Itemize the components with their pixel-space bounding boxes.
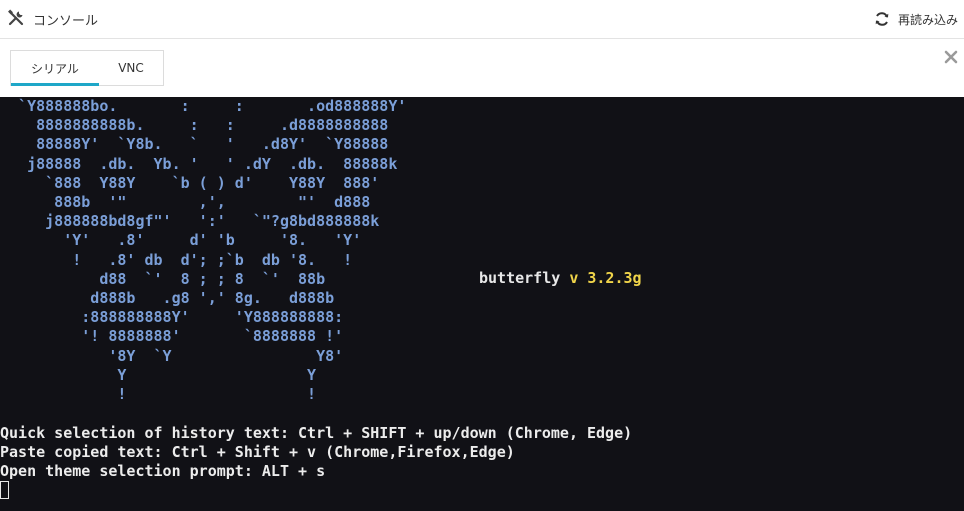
terminal-cursor [0,481,9,499]
art-line: 8888888888b. : : .d8888888888 [0,116,389,135]
console-tabs: シリアル VNC [10,50,164,86]
tab-serial[interactable]: シリアル [11,51,99,86]
art-line: ! ! [0,385,317,404]
art-line: Y Y [0,365,317,384]
art-line: `Y888888bo. : : .od888888Y' [0,97,407,115]
help-line: Quick selection of history text: Ctrl + … [0,424,633,442]
brand-v: v [569,269,579,287]
refresh-icon [875,12,889,26]
reload-label: 再読み込み [897,12,958,27]
art-line: j888888bd8gf"' ':' `"?g8bd888888k [0,212,380,231]
brand-name: butterfly [479,269,561,287]
serial-terminal[interactable]: `Y888888bo. : : .od888888Y' 8888888888b.… [0,97,964,511]
butterfly-version: butterfly v 3.2.3g [479,269,642,287]
tab-vnc[interactable]: VNC [99,51,163,85]
art-line: 888b '" ,', "' d888 [0,193,371,212]
brand-version: 3.2.3g [587,269,642,287]
help-text: Quick selection of history text: Ctrl + … [0,424,632,482]
art-line: j88888 .db. Yb. ' ' .dY .db. 88888k [0,154,398,173]
tools-icon [8,9,24,26]
tab-serial-label: シリアル [31,61,79,76]
butterfly-ascii-art: `Y888888bo. : : .od888888Y' 8888888888b.… [0,97,406,404]
help-line: Paste copied text: Ctrl + Shift + v (Chr… [0,443,515,462]
art-line: `888 Y88Y `b ( ) d' Y88Y 888' [0,173,380,192]
art-line: '! 8888888' `8888888 !' [0,327,344,346]
art-line: 'Y' .8' d' 'b '8. 'Y' [0,231,362,250]
art-line: d88 `' 8 ; ; 8 `' 88b [0,269,326,288]
help-line: Open theme selection prompt: ALT + s [0,462,326,481]
art-line: 88888Y' `Y8b. ` ' .d8Y' `Y88888 [0,135,389,154]
page-title: コンソール [33,14,99,29]
art-line: :888888888Y' 'Y888888888: [0,308,344,327]
art-line: '8Y `Y Y8' [0,346,344,365]
tab-vnc-label: VNC [118,61,144,75]
console-header: コンソール 再読み込み [0,0,964,39]
close-icon[interactable] [943,49,959,65]
art-line: d888b .g8 ',' 8g. d888b [0,289,335,308]
art-line: ! .8' db d'; ;`b db '8. ! [0,250,353,269]
reload-button[interactable]: 再読み込み [874,9,958,29]
